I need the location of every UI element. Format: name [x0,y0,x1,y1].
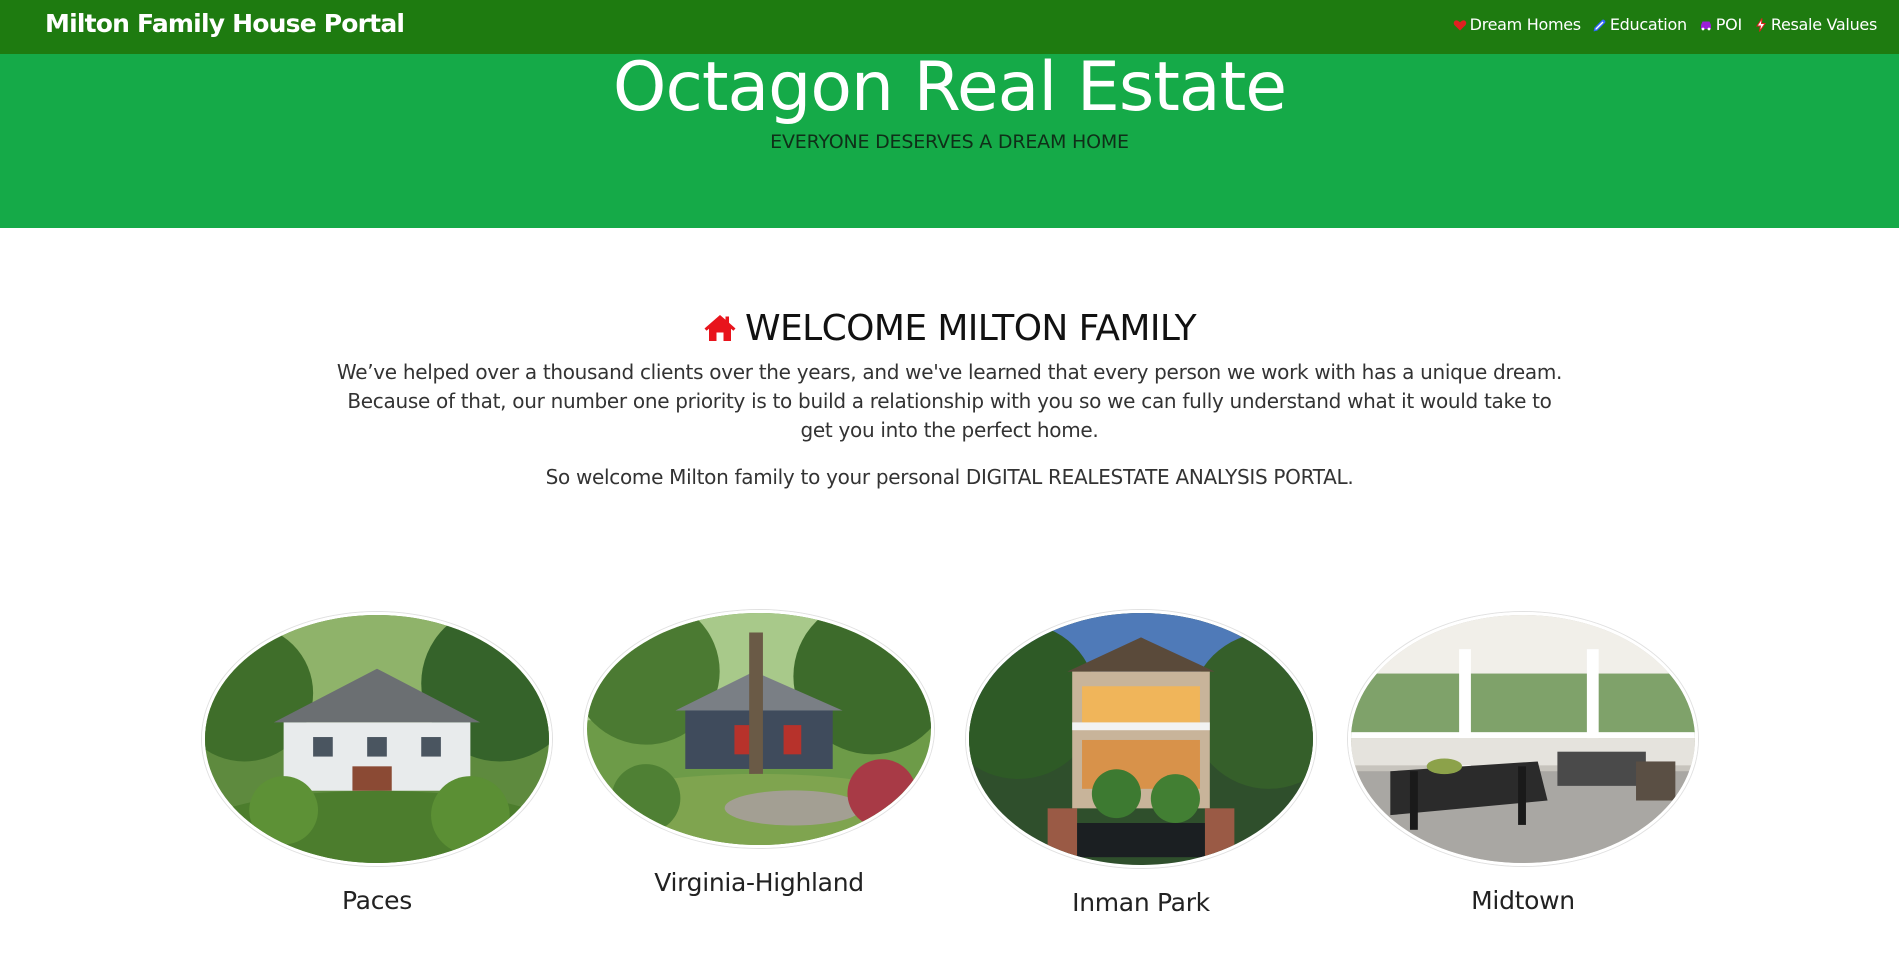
hero-subtitle: EVERYONE DESERVES A DREAM HOME [770,131,1129,153]
neighborhood-image-virginia-highland[interactable] [584,610,934,848]
heart-icon [1453,18,1467,32]
neighborhood-gallery: Paces Virginia-Highland Inman Park Midto… [0,610,1899,942]
neighborhood-image-inman-park[interactable] [966,610,1316,868]
car-icon [1699,18,1713,32]
hero-title: Octagon Real Estate [612,48,1287,127]
welcome-portal-text: So welcome Milton family to your persona… [545,465,1354,489]
nav-link-education[interactable]: Education [1593,15,1687,34]
nav-link-dream-homes[interactable]: Dream Homes [1453,15,1581,34]
top-navbar: Milton Family House Portal Dream Homes E… [0,0,1899,54]
welcome-section: WELCOME MILTON FAMILY We’ve helped over … [0,304,1899,490]
home-icon [703,313,737,343]
nav-link-label: Resale Values [1770,15,1877,34]
brand-link[interactable]: Milton Family House Portal [45,9,405,38]
hero-banner: Octagon Real Estate EVERYONE DESERVES A … [0,48,1899,228]
neighborhood-image-paces[interactable] [202,612,552,866]
neighborhood-card-inman-park[interactable]: Inman Park [961,610,1321,917]
welcome-paragraph: We’ve helped over a thousand clients ove… [336,360,1563,442]
neighborhood-card-paces[interactable]: Paces [197,612,557,915]
bolt-icon [1754,17,1768,32]
pencil-icon [1593,18,1607,32]
neighborhood-card-virginia-highland[interactable]: Virginia-Highland [579,610,939,897]
welcome-heading-text: WELCOME MILTON FAMILY [745,307,1197,349]
nav-link-label: Dream Homes [1469,15,1581,34]
neighborhood-label: Midtown [1471,886,1575,915]
neighborhood-label: Inman Park [1072,888,1210,917]
nav-link-label: POI [1715,15,1742,34]
nav-link-resale-values[interactable]: Resale Values [1754,15,1877,34]
neighborhood-label: Paces [342,886,412,915]
nav-links: Dream Homes Education POI Resale Values [1453,15,1877,34]
neighborhood-card-midtown[interactable]: Midtown [1343,612,1703,915]
neighborhood-label: Virginia-Highland [654,868,864,897]
nav-link-label: Education [1609,15,1687,34]
welcome-heading: WELCOME MILTON FAMILY [0,304,1899,352]
neighborhood-image-midtown[interactable] [1348,612,1698,866]
nav-link-poi[interactable]: POI [1699,15,1742,34]
